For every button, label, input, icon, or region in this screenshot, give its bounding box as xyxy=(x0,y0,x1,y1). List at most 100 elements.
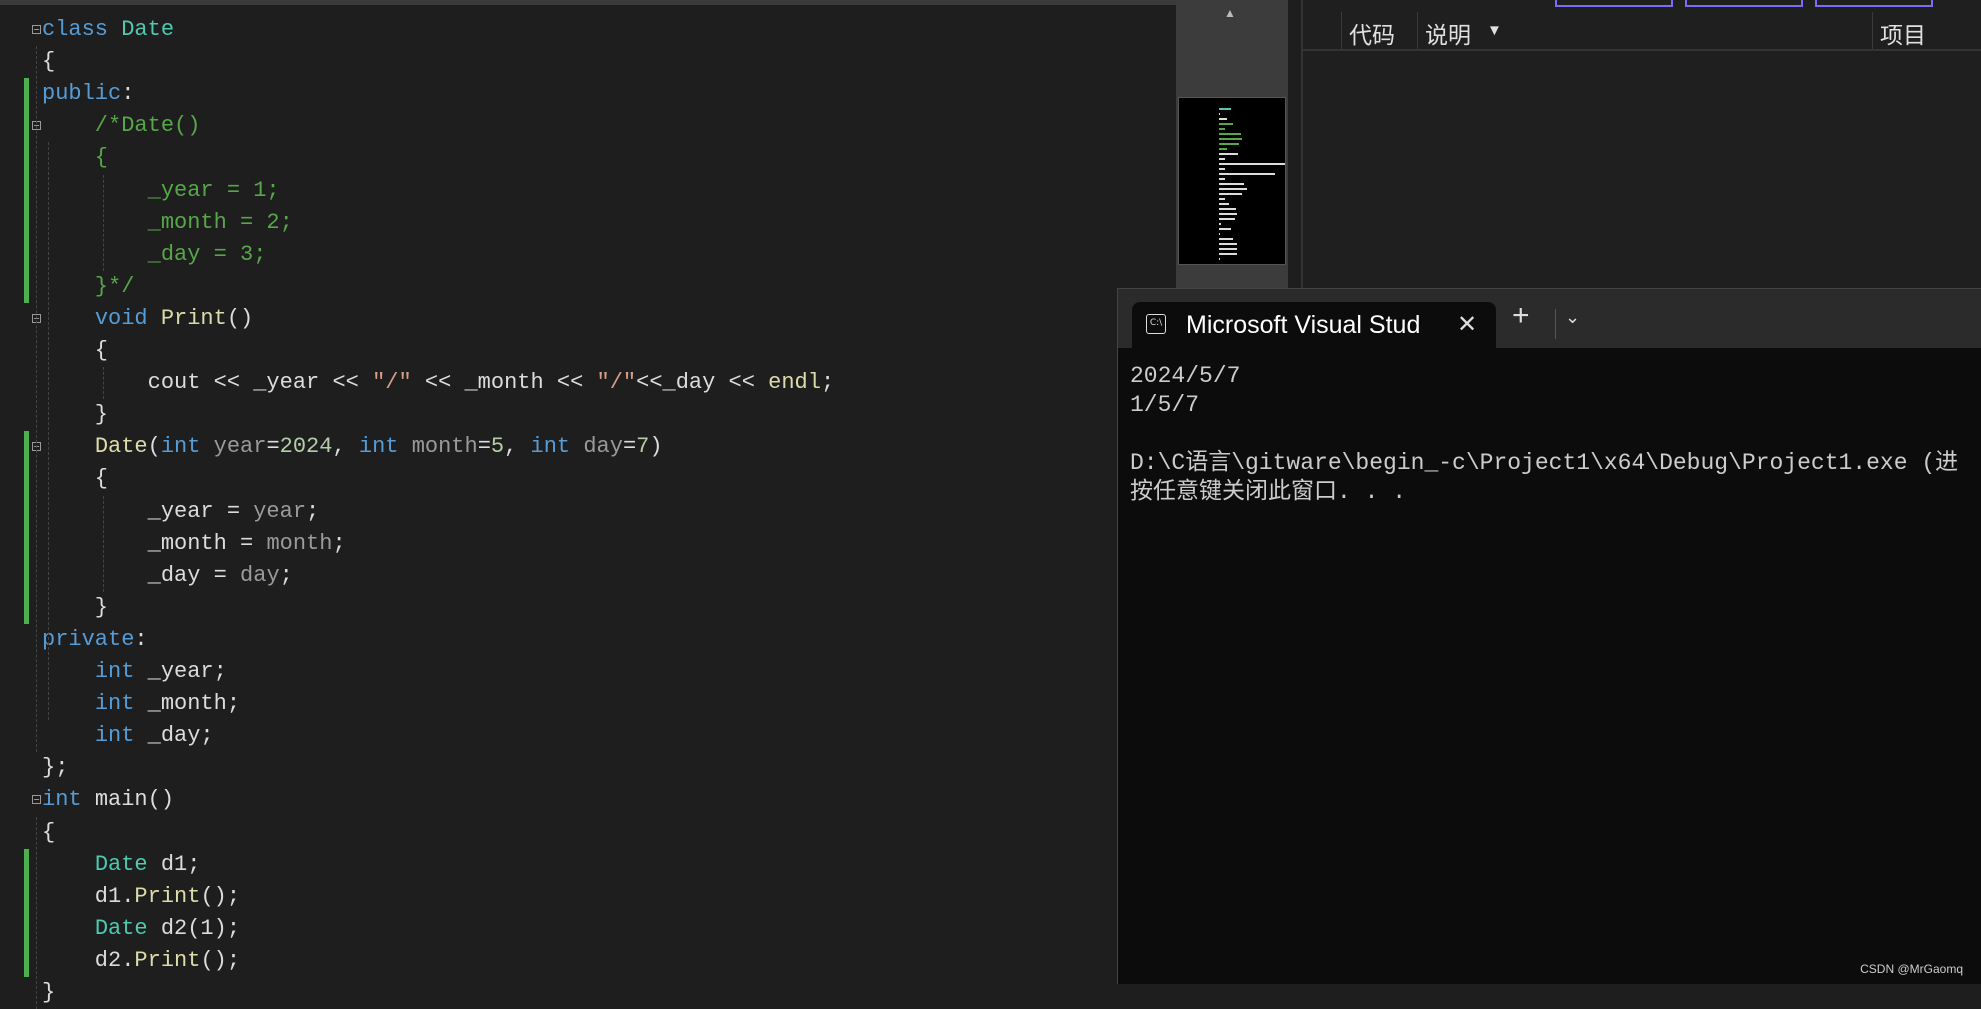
code-token: ) xyxy=(649,434,662,459)
code-line: { xyxy=(42,142,108,174)
code-token: = xyxy=(623,434,636,459)
code-token: = xyxy=(478,434,491,459)
code-token: () xyxy=(227,306,253,331)
minimap[interactable]: ▲ xyxy=(1176,0,1288,290)
chevron-down-icon[interactable]: ⌄ xyxy=(1565,307,1580,328)
code-line: _month = month; xyxy=(42,528,346,560)
caret-down-icon[interactable]: ▼ xyxy=(1487,22,1502,39)
code-token: int xyxy=(531,434,584,459)
filter-button[interactable] xyxy=(1815,0,1933,7)
change-indicator xyxy=(24,849,29,977)
code-token: : xyxy=(121,81,134,106)
code-token: { xyxy=(42,820,55,845)
code-token: }*/ xyxy=(42,274,134,299)
output-line: 按任意键关闭此窗口. . . xyxy=(1130,478,1969,507)
code-line: _day = day; xyxy=(42,560,293,592)
code-token: _month; xyxy=(148,691,240,716)
code-token: Print xyxy=(134,948,200,973)
code-line: Date d1; xyxy=(42,849,200,881)
code-token: int xyxy=(359,434,412,459)
scroll-up-arrow-icon[interactable]: ▲ xyxy=(1224,6,1236,20)
code-token: d2(1); xyxy=(161,916,240,941)
code-line: { xyxy=(42,463,108,495)
column-header-project[interactable]: 项目 xyxy=(1880,16,1926,50)
minimap-line xyxy=(1219,218,1235,220)
code-editor[interactable]: class Date{public: /*Date() { _year = 1;… xyxy=(0,0,1176,984)
code-token: d2. xyxy=(42,948,134,973)
error-list-panel: 代码 说明 ▼ 项目 xyxy=(1301,0,1981,290)
minimap-line xyxy=(1219,258,1220,260)
change-indicator xyxy=(24,78,29,303)
code-token: year xyxy=(214,434,267,459)
indent-guide xyxy=(36,817,37,1009)
code-token xyxy=(42,691,95,716)
code-token: ; xyxy=(821,370,834,395)
code-token: month xyxy=(412,434,478,459)
minimap-line xyxy=(1219,203,1229,205)
code-token: <<_day << xyxy=(636,370,768,395)
minimap-line xyxy=(1219,183,1244,185)
code-token: ( xyxy=(148,434,161,459)
minimap-line xyxy=(1219,133,1241,135)
code-token: int xyxy=(95,691,148,716)
code-line: { xyxy=(42,335,108,367)
code-token: _year; xyxy=(148,659,227,684)
code-line: _year = year; xyxy=(42,496,319,528)
code-line: d2.Print(); xyxy=(42,945,240,977)
column-header-description[interactable]: 说明 xyxy=(1425,16,1471,50)
code-line: int _year; xyxy=(42,656,227,688)
indent-guide xyxy=(36,46,37,752)
code-line: class Date xyxy=(42,14,174,46)
minimap-line xyxy=(1219,123,1233,125)
filter-button[interactable] xyxy=(1685,0,1803,7)
divider xyxy=(1555,309,1556,339)
minimap-line xyxy=(1219,113,1220,115)
output-line: D:\C语言\gitware\begin_-c\Project1\x64\Deb… xyxy=(1130,449,1969,478)
indent-guide xyxy=(103,367,104,399)
code-line: int _day; xyxy=(42,720,214,752)
terminal-output[interactable]: 2024/5/7 1/5/7 D:\C语言\gitware\begin_-c\P… xyxy=(1118,348,1981,984)
code-token: 2024 xyxy=(280,434,333,459)
code-token: , xyxy=(504,434,530,459)
code-token: int xyxy=(95,723,148,748)
output-line: 2024/5/7 xyxy=(1130,362,1969,391)
code-token: _day; xyxy=(148,723,214,748)
minimap-line xyxy=(1219,108,1231,110)
code-token xyxy=(42,434,95,459)
code-token: public xyxy=(42,81,121,106)
code-token: day xyxy=(583,434,623,459)
code-line: } xyxy=(42,399,108,431)
code-token: void xyxy=(95,306,161,331)
code-line: Date(int year=2024, int month=5, int day… xyxy=(42,431,663,463)
filter-button[interactable] xyxy=(1555,0,1673,7)
minimap-line xyxy=(1219,253,1237,255)
code-token: main() xyxy=(95,787,174,812)
code-token: _month = 2; xyxy=(42,210,293,235)
minimap-line xyxy=(1219,188,1247,190)
minimap-line xyxy=(1219,228,1231,230)
column-header-code[interactable]: 代码 xyxy=(1349,16,1395,50)
tab-title: Microsoft Visual Stud xyxy=(1186,311,1420,340)
code-token: { xyxy=(42,49,55,74)
minimap-line xyxy=(1219,223,1221,225)
fold-toggle-icon[interactable]: − xyxy=(32,795,41,804)
code-token: Date xyxy=(95,434,148,459)
code-token: } xyxy=(42,595,108,620)
code-token: : xyxy=(134,627,147,652)
new-tab-button[interactable]: + xyxy=(1512,301,1530,331)
terminal-window: C:\ Microsoft Visual Stud ✕ + ⌄ 2024/5/7… xyxy=(1117,288,1981,984)
minimap-viewport[interactable] xyxy=(1178,97,1286,265)
terminal-tab[interactable]: C:\ Microsoft Visual Stud ✕ xyxy=(1132,302,1496,348)
code-line: }; xyxy=(42,752,68,784)
code-token: day xyxy=(240,563,280,588)
code-token: _month = xyxy=(42,531,266,556)
output-line xyxy=(1130,420,1969,449)
fold-toggle-icon[interactable]: − xyxy=(32,25,41,34)
code-token: { xyxy=(42,145,108,170)
code-token: _year = 1; xyxy=(42,178,280,203)
close-tab-icon[interactable]: ✕ xyxy=(1457,310,1477,339)
code-token: _day = xyxy=(42,563,240,588)
code-token: Date xyxy=(95,916,161,941)
code-token: int xyxy=(95,659,148,684)
code-line: } xyxy=(42,977,55,1009)
